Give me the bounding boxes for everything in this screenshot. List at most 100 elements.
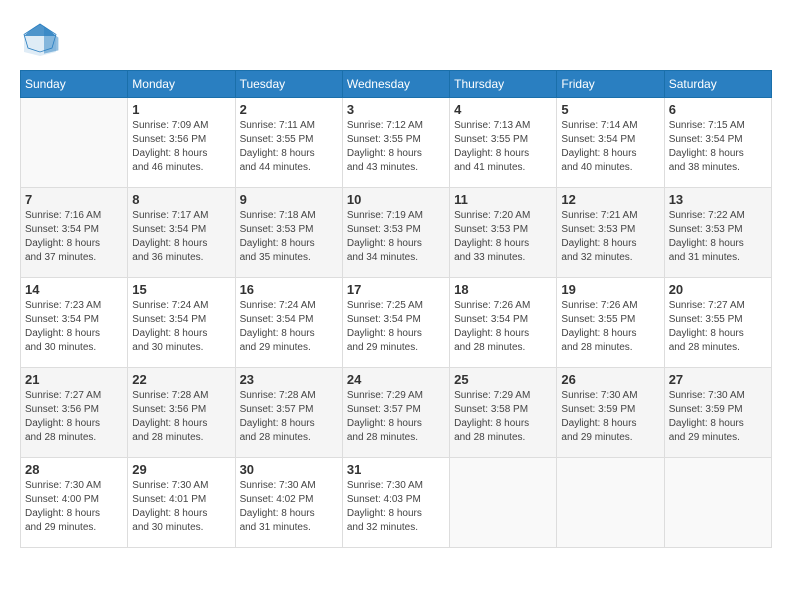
day-info: Sunrise: 7:27 AM Sunset: 3:55 PM Dayligh… [669,299,767,355]
calendar-cell: 7 Sunrise: 7:16 AM Sunset: 3:54 PM Daylig… [21,188,128,278]
day-number: 15 [132,282,230,297]
calendar-cell: 4 Sunrise: 7:13 AM Sunset: 3:55 PM Daylig… [450,98,557,188]
day-number: 22 [132,372,230,387]
calendar-cell: 11Sunrise: 7:20 AM Sunset: 3:53 PM Dayli… [450,188,557,278]
calendar-cell [450,458,557,548]
calendar-cell: 20 Sunrise: 7:27 AM Sunset: 3:55 PM Dayli… [664,278,771,368]
day-info: Sunrise: 7:30 AM Sunset: 4:01 PM Dayligh… [132,479,230,535]
day-number: 20 [669,282,767,297]
calendar-cell: 15 Sunrise: 7:24 AM Sunset: 3:54 PM Dayli… [128,278,235,368]
day-number: 21 [25,372,123,387]
day-info: Sunrise: 7:27 AM Sunset: 3:56 PM Dayligh… [25,389,123,445]
day-number: 18 [454,282,552,297]
day-number: 17 [347,282,445,297]
day-number: 1 [132,102,230,117]
day-info: Sunrise: 7:26 AM Sunset: 3:55 PM Dayligh… [561,299,659,355]
day-number: 16 [240,282,338,297]
day-number: 5 [561,102,659,117]
day-number: 25 [454,372,552,387]
day-info: Sunrise: 7:30 AM Sunset: 4:00 PM Dayligh… [25,479,123,535]
calendar-cell: 18 Sunrise: 7:26 AM Sunset: 3:54 PM Dayli… [450,278,557,368]
day-number: 27 [669,372,767,387]
day-info: Sunrise: 7:15 AM Sunset: 3:54 PM Dayligh… [669,119,767,175]
day-info: Sunrise: 7:18 AM Sunset: 3:53 PM Dayligh… [240,209,338,265]
calendar-cell: 27 Sunrise: 7:30 AM Sunset: 3:59 PM Dayli… [664,368,771,458]
calendar-cell: 3Sunrise: 7:12 AM Sunset: 3:55 PM Daylig… [342,98,449,188]
calendar-cell: 28 Sunrise: 7:30 AM Sunset: 4:00 PM Dayli… [21,458,128,548]
calendar-cell: 2 Sunrise: 7:11 AM Sunset: 3:55 PM Daylig… [235,98,342,188]
day-number: 26 [561,372,659,387]
calendar-table: SundayMondayTuesdayWednesdayThursdayFrid… [20,70,772,548]
calendar-week-row: 14Sunrise: 7:23 AM Sunset: 3:54 PM Dayli… [21,278,772,368]
day-info: Sunrise: 7:24 AM Sunset: 3:54 PM Dayligh… [132,299,230,355]
day-number: 31 [347,462,445,477]
calendar-cell: 26 Sunrise: 7:30 AM Sunset: 3:59 PM Dayli… [557,368,664,458]
calendar-cell: 31 Sunrise: 7:30 AM Sunset: 4:03 PM Dayli… [342,458,449,548]
day-number: 12 [561,192,659,207]
calendar-cell: 23 Sunrise: 7:28 AM Sunset: 3:57 PM Dayli… [235,368,342,458]
calendar-cell: 21 Sunrise: 7:27 AM Sunset: 3:56 PM Dayli… [21,368,128,458]
day-info: Sunrise: 7:22 AM Sunset: 3:53 PM Dayligh… [669,209,767,265]
calendar-cell: 10 Sunrise: 7:19 AM Sunset: 3:53 PM Dayli… [342,188,449,278]
day-number: 2 [240,102,338,117]
calendar-cell [557,458,664,548]
logo-icon [20,20,60,60]
day-info: Sunrise: 7:11 AM Sunset: 3:55 PM Dayligh… [240,119,338,175]
day-number: 23 [240,372,338,387]
calendar-cell: 14Sunrise: 7:23 AM Sunset: 3:54 PM Dayli… [21,278,128,368]
day-info: Sunrise: 7:13 AM Sunset: 3:55 PM Dayligh… [454,119,552,175]
calendar-cell: 30 Sunrise: 7:30 AM Sunset: 4:02 PM Dayli… [235,458,342,548]
calendar-cell: 8 Sunrise: 7:17 AM Sunset: 3:54 PM Daylig… [128,188,235,278]
day-number: 8 [132,192,230,207]
day-info: Sunrise: 7:14 AM Sunset: 3:54 PM Dayligh… [561,119,659,175]
day-info: Sunrise: 7:28 AM Sunset: 3:57 PM Dayligh… [240,389,338,445]
calendar-week-row: 7 Sunrise: 7:16 AM Sunset: 3:54 PM Daylig… [21,188,772,278]
weekday-header-wednesday: Wednesday [342,71,449,98]
day-info: Sunrise: 7:30 AM Sunset: 3:59 PM Dayligh… [669,389,767,445]
day-info: Sunrise: 7:19 AM Sunset: 3:53 PM Dayligh… [347,209,445,265]
calendar-cell: 24 Sunrise: 7:29 AM Sunset: 3:57 PM Dayli… [342,368,449,458]
day-number: 7 [25,192,123,207]
calendar-cell: 29Sunrise: 7:30 AM Sunset: 4:01 PM Dayli… [128,458,235,548]
day-info: Sunrise: 7:16 AM Sunset: 3:54 PM Dayligh… [25,209,123,265]
calendar-cell: 6 Sunrise: 7:15 AM Sunset: 3:54 PM Daylig… [664,98,771,188]
calendar-week-row: 28 Sunrise: 7:30 AM Sunset: 4:00 PM Dayli… [21,458,772,548]
day-number: 4 [454,102,552,117]
day-number: 11 [454,192,552,207]
logo [20,20,66,60]
day-info: Sunrise: 7:25 AM Sunset: 3:54 PM Dayligh… [347,299,445,355]
day-number: 10 [347,192,445,207]
day-number: 30 [240,462,338,477]
calendar-cell: 19 Sunrise: 7:26 AM Sunset: 3:55 PM Dayli… [557,278,664,368]
day-info: Sunrise: 7:26 AM Sunset: 3:54 PM Dayligh… [454,299,552,355]
calendar-week-row: 1 Sunrise: 7:09 AM Sunset: 3:56 PM Daylig… [21,98,772,188]
day-number: 9 [240,192,338,207]
day-number: 19 [561,282,659,297]
day-number: 6 [669,102,767,117]
weekday-header-row: SundayMondayTuesdayWednesdayThursdayFrid… [21,71,772,98]
weekday-header-thursday: Thursday [450,71,557,98]
day-info: Sunrise: 7:09 AM Sunset: 3:56 PM Dayligh… [132,119,230,175]
day-info: Sunrise: 7:30 AM Sunset: 4:03 PM Dayligh… [347,479,445,535]
day-number: 24 [347,372,445,387]
day-info: Sunrise: 7:21 AM Sunset: 3:53 PM Dayligh… [561,209,659,265]
day-info: Sunrise: 7:30 AM Sunset: 4:02 PM Dayligh… [240,479,338,535]
weekday-header-tuesday: Tuesday [235,71,342,98]
day-info: Sunrise: 7:30 AM Sunset: 3:59 PM Dayligh… [561,389,659,445]
calendar-cell: 1 Sunrise: 7:09 AM Sunset: 3:56 PM Daylig… [128,98,235,188]
day-info: Sunrise: 7:24 AM Sunset: 3:54 PM Dayligh… [240,299,338,355]
day-info: Sunrise: 7:23 AM Sunset: 3:54 PM Dayligh… [25,299,123,355]
day-info: Sunrise: 7:17 AM Sunset: 3:54 PM Dayligh… [132,209,230,265]
day-number: 28 [25,462,123,477]
weekday-header-monday: Monday [128,71,235,98]
calendar-cell [21,98,128,188]
day-info: Sunrise: 7:28 AM Sunset: 3:56 PM Dayligh… [132,389,230,445]
day-number: 3 [347,102,445,117]
weekday-header-saturday: Saturday [664,71,771,98]
weekday-header-friday: Friday [557,71,664,98]
calendar-cell: 9 Sunrise: 7:18 AM Sunset: 3:53 PM Daylig… [235,188,342,278]
day-info: Sunrise: 7:29 AM Sunset: 3:58 PM Dayligh… [454,389,552,445]
page-header [20,20,772,60]
day-info: Sunrise: 7:29 AM Sunset: 3:57 PM Dayligh… [347,389,445,445]
calendar-cell: 12 Sunrise: 7:21 AM Sunset: 3:53 PM Dayli… [557,188,664,278]
